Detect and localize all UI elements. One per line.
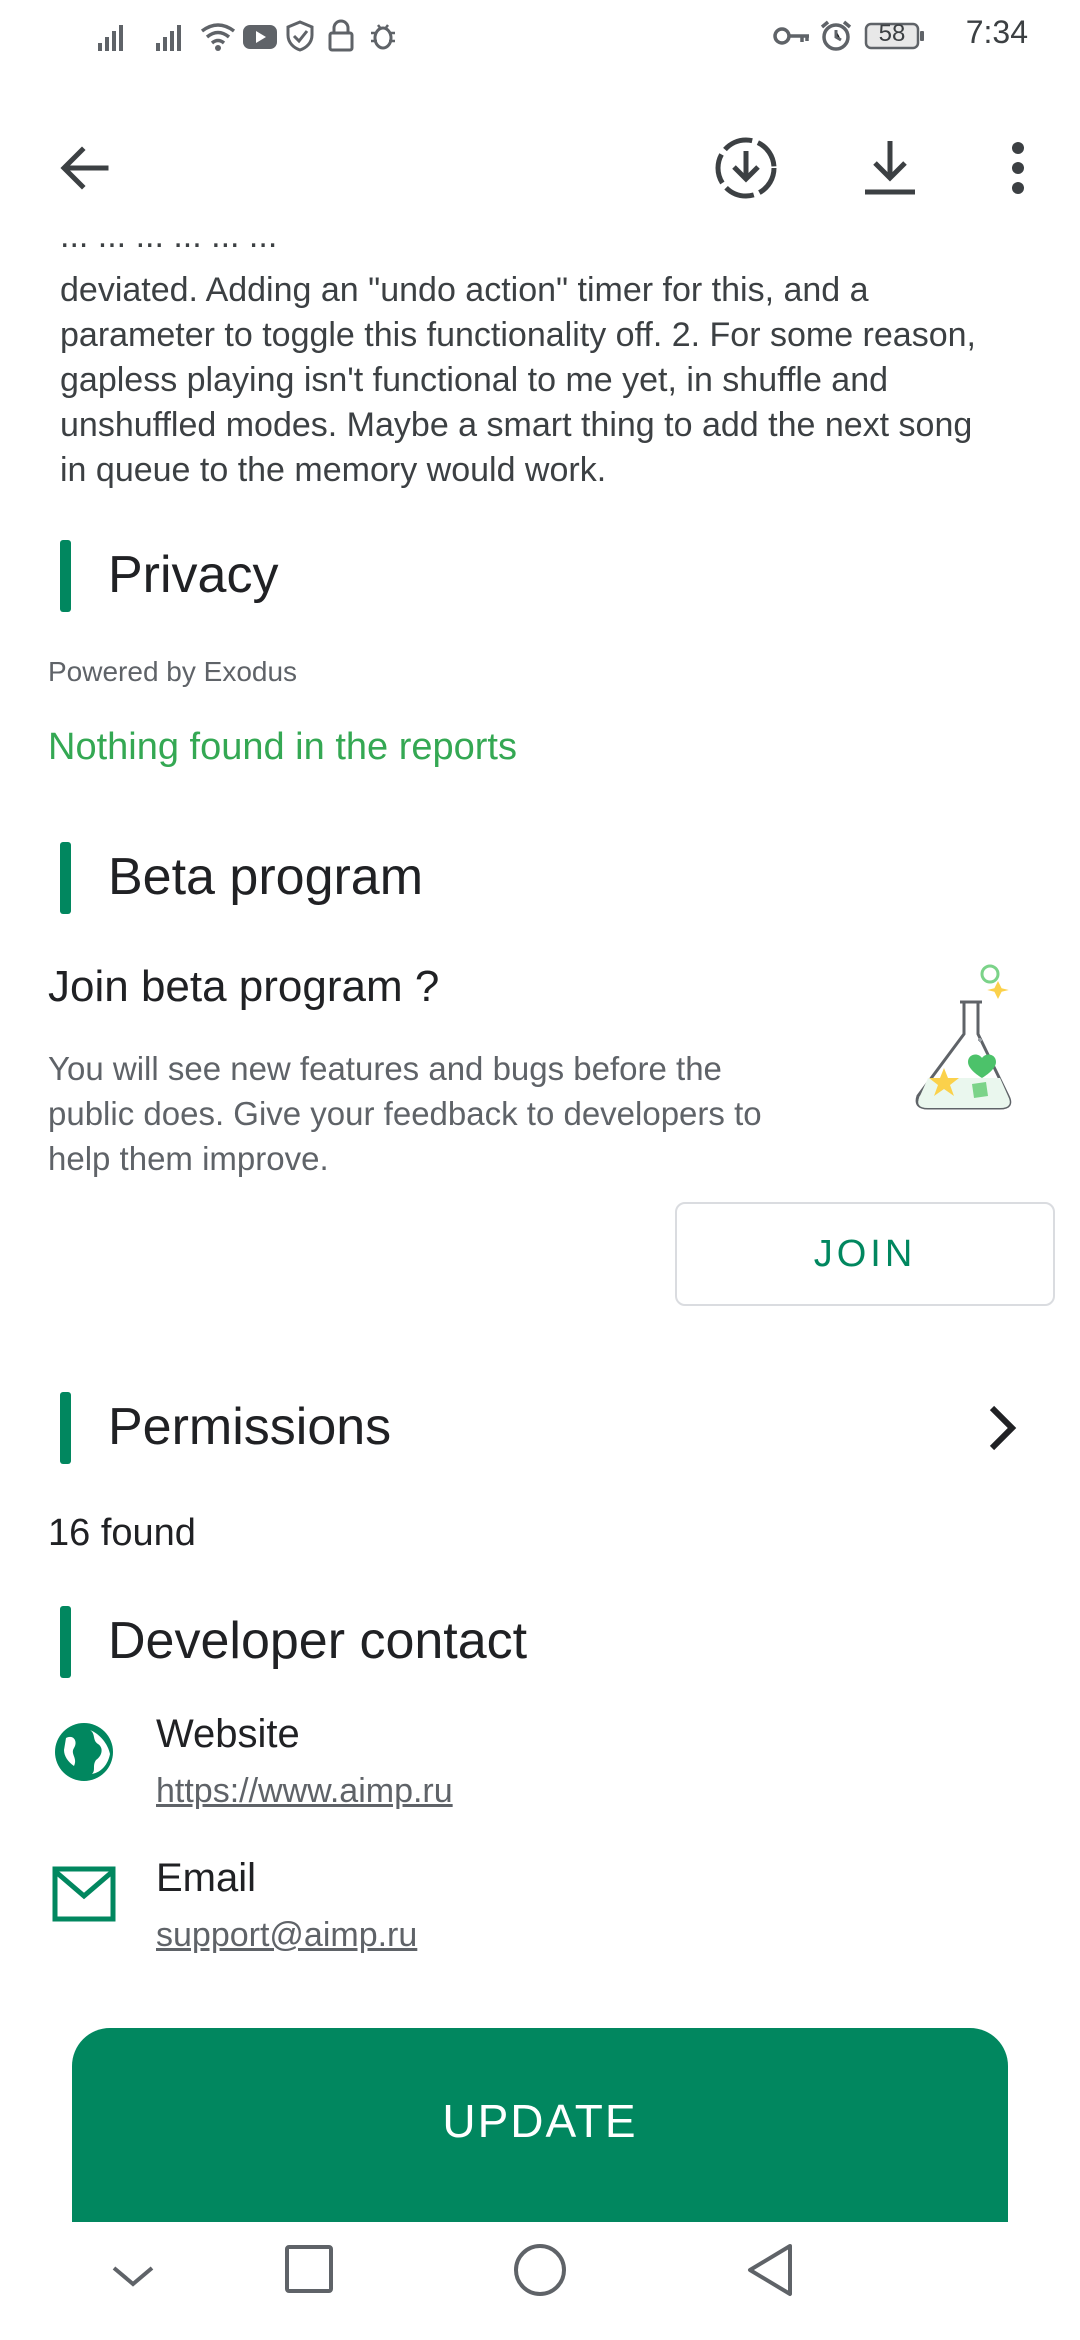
privacy-section-bar (60, 540, 71, 612)
shield-icon (284, 18, 316, 54)
lock-icon (326, 18, 356, 54)
battery-icon: 58 (864, 18, 926, 54)
home-icon[interactable] (512, 2242, 568, 2303)
join-beta-heading: Join beta program ? (48, 962, 440, 1011)
privacy-result: Nothing found in the reports (48, 726, 517, 768)
website-row[interactable]: Website https://www.aimp.ru (0, 1712, 1080, 1842)
chevron-right-icon (982, 1400, 1022, 1461)
email-link[interactable]: support@aimp.ru (156, 1916, 417, 1955)
permissions-section-bar (60, 1392, 71, 1464)
download-button[interactable] (850, 128, 930, 208)
youtube-icon (242, 18, 278, 54)
more-vert-icon (1012, 142, 1024, 194)
key-icon (772, 18, 812, 54)
join-beta-line: help them improve. (48, 1140, 329, 1177)
signal-icon (150, 18, 190, 54)
status-bar: 58 7:34 (0, 0, 1080, 72)
developer-title: Developer contact (108, 1612, 528, 1670)
review-line: unshuffled modes. Maybe a smart thing to… (60, 406, 973, 444)
install-button[interactable] (706, 128, 786, 208)
review-line: gapless playing isn't functional to me y… (60, 361, 889, 399)
join-beta-line: You will see new features and bugs befor… (48, 1050, 722, 1087)
more-options-button[interactable] (978, 128, 1058, 208)
review-text: deviated. Adding an "undo action" timer … (60, 268, 1060, 493)
recents-icon[interactable] (284, 2244, 334, 2299)
globe-icon (52, 1720, 116, 1789)
review-line-partial: ... ... ... ... ... ... (60, 236, 278, 255)
review-line: parameter to toggle this functionality o… (60, 316, 976, 354)
alarm-icon (818, 18, 854, 54)
chevron-down-icon[interactable] (110, 2256, 156, 2301)
review-text-clipped: ... ... ... ... ... ... (60, 236, 1060, 262)
battery-level: 58 (878, 20, 906, 47)
app-toolbar (0, 110, 1080, 230)
email-row[interactable]: Email support@aimp.ru (0, 1856, 1080, 1986)
privacy-title: Privacy (108, 546, 279, 604)
clock: 7:34 (965, 14, 1028, 50)
permissions-count: 16 found (48, 1512, 196, 1554)
join-beta-line: public does. Give your feedback to devel… (48, 1095, 762, 1132)
mail-icon (52, 1866, 116, 1927)
arrow-back-icon (60, 146, 109, 190)
navigation-bar (0, 2222, 1080, 2340)
join-beta-button[interactable]: JOIN (675, 1202, 1055, 1306)
beta-section-bar (60, 842, 71, 914)
download-icon (865, 141, 915, 195)
permissions-row[interactable]: Permissions (0, 1382, 1080, 1492)
website-label: Website (156, 1712, 300, 1756)
join-beta-description: You will see new features and bugs befor… (48, 1046, 888, 1181)
beta-title: Beta program (108, 848, 424, 906)
developer-section-bar (60, 1606, 71, 1678)
email-label: Email (156, 1856, 257, 1900)
permissions-title: Permissions (108, 1398, 392, 1456)
bug-icon (368, 18, 398, 54)
wifi-icon (198, 18, 238, 54)
review-line: in queue to the memory would work. (60, 451, 607, 489)
back-button[interactable] (44, 128, 124, 208)
powered-by-label: Powered by Exodus (48, 656, 298, 687)
install-download-icon (715, 137, 777, 199)
signal-icon (92, 18, 132, 54)
back-icon[interactable] (744, 2242, 796, 2303)
review-line: deviated. Adding an "undo action" timer … (60, 271, 869, 309)
website-link[interactable]: https://www.aimp.ru (156, 1772, 453, 1811)
flask-icon (908, 958, 1028, 1123)
